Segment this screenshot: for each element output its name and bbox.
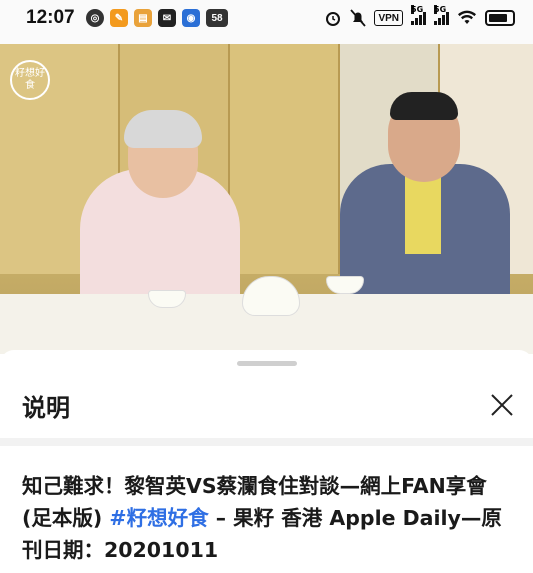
- person-right-hair: [390, 92, 458, 120]
- app-yellow-icon: ▤: [134, 9, 152, 27]
- signal-icon-1: 5G: [411, 5, 426, 25]
- signal-icon-2: 5G: [434, 5, 449, 25]
- mute-icon: [350, 9, 367, 27]
- teapot: [242, 276, 300, 316]
- divider: [0, 438, 533, 446]
- app-orange-icon: ✎: [110, 9, 128, 27]
- signal-label-2: 5G: [434, 5, 447, 14]
- status-bar: 12:07 ◎ ✎ ▤ ✉ ◉ 58 VPN 5G 5G: [0, 0, 533, 44]
- app-blue-icon: ◉: [182, 9, 200, 27]
- system-icons: VPN 5G 5G: [324, 5, 515, 27]
- sheet-title: 说明: [22, 394, 70, 422]
- alarm-icon: [324, 9, 342, 27]
- status-time: 12:07: [26, 7, 75, 28]
- close-icon: [491, 394, 513, 416]
- folding-screen-panel: [230, 44, 340, 274]
- description-sheet: 说明 知己難求！黎智英VS蔡瀾食住對談—網上FAN享會 (足本版) #籽想好食 …: [0, 350, 533, 573]
- person-left-hair: [124, 110, 202, 148]
- hashtag-link[interactable]: #籽想好食: [109, 506, 208, 530]
- notification-icons: ◎ ✎ ▤ ✉ ◉ 58: [86, 9, 228, 27]
- notification-count-badge: 58: [206, 9, 228, 27]
- vpn-icon: VPN: [374, 10, 403, 26]
- battery-icon: [485, 10, 515, 26]
- signal-label-1: 5G: [411, 5, 424, 14]
- video-player[interactable]: 籽想好食: [0, 44, 533, 354]
- video-description: 知己難求！黎智英VS蔡瀾食住對談—網上FAN享會 (足本版) #籽想好食 – 果…: [22, 470, 517, 566]
- wifi-icon: [457, 9, 477, 27]
- close-button[interactable]: [484, 387, 520, 423]
- drag-handle[interactable]: [237, 361, 297, 366]
- message-icon: ✉: [158, 9, 176, 27]
- browser-icon: ◎: [86, 9, 104, 27]
- channel-logo: 籽想好食: [10, 60, 50, 100]
- person-right-shirt: [405, 174, 441, 254]
